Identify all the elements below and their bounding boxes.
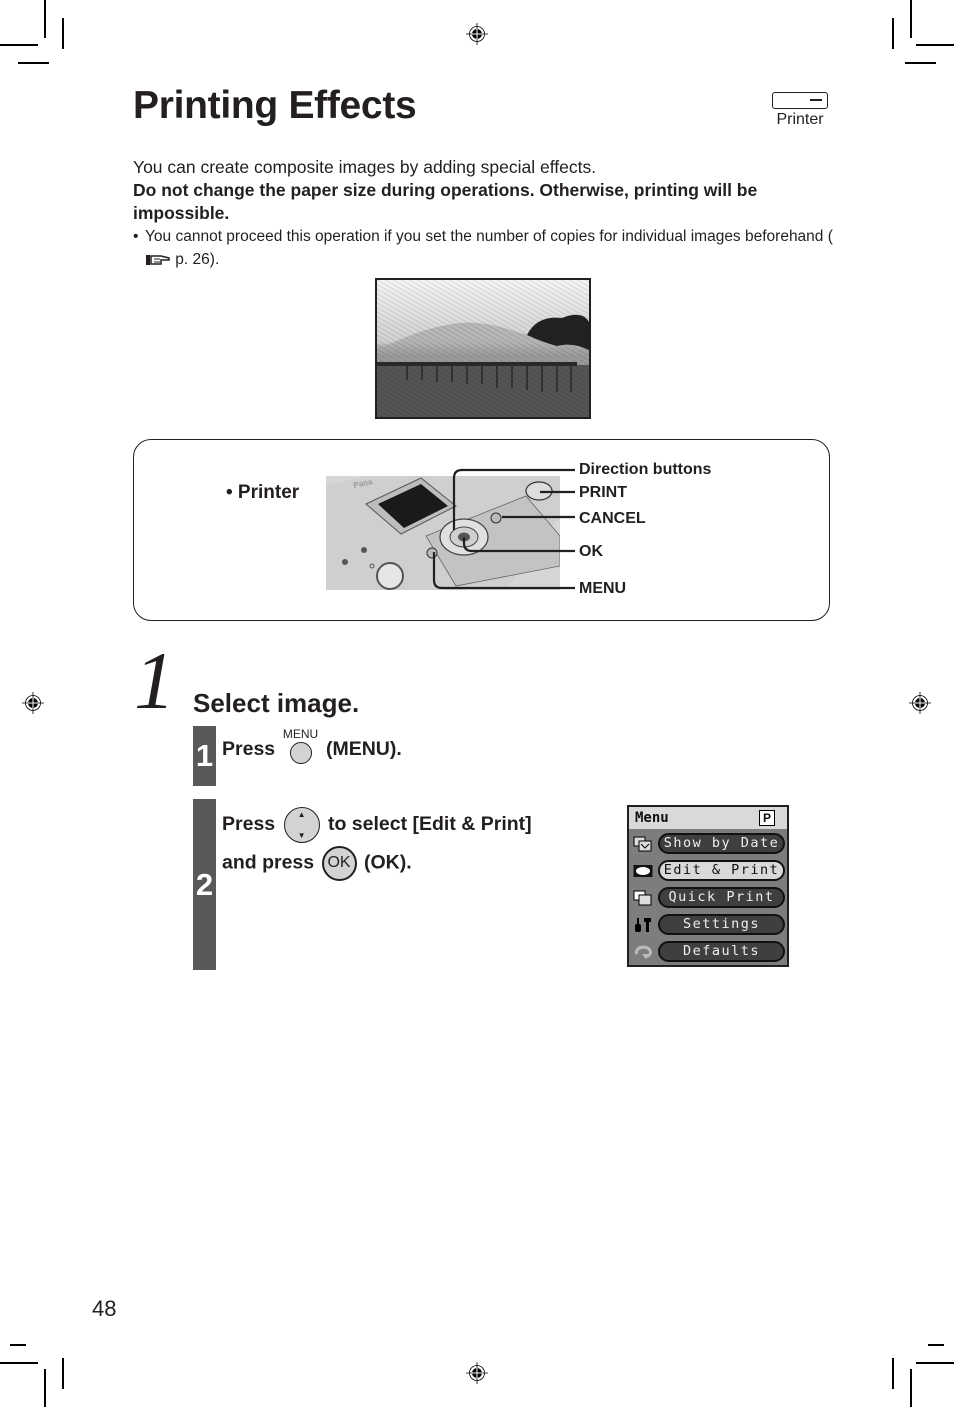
callout-ok: OK: [579, 543, 603, 560]
menu-item-label: Settings: [658, 914, 785, 935]
substep-2-line-2-suffix: (OK).: [363, 851, 412, 874]
crop-mark: [916, 44, 954, 46]
crop-mark: [44, 1369, 46, 1407]
direction-button-icon: ▲ ▼: [283, 807, 320, 843]
registration-mark-icon: [466, 23, 488, 45]
crop-mark: [910, 0, 912, 38]
menu-item-edit-print[interactable]: Edit & Print: [629, 858, 787, 885]
edit-frame-icon: [633, 865, 653, 877]
reset-icon: [635, 945, 652, 959]
menu-button-glyph: MENU: [281, 727, 321, 765]
menu-item-settings[interactable]: Settings: [629, 912, 787, 939]
registration-mark-icon: [22, 692, 44, 714]
registration-mark-icon: [909, 692, 931, 714]
callout-cancel: CANCEL: [579, 510, 646, 527]
crop-mark: [0, 1362, 38, 1364]
page-title: Printing Effects: [133, 84, 417, 127]
sample-effect-image: [375, 278, 591, 419]
menu-button-caption: MENU: [282, 727, 319, 741]
callout-print: PRINT: [579, 484, 627, 501]
menu-item-label: Edit & Print: [658, 860, 785, 881]
crop-mark: [44, 0, 46, 38]
page-number: 48: [92, 1296, 117, 1321]
crop-mark: [0, 44, 38, 46]
substep-2-line-2-prefix: and press: [222, 851, 315, 874]
ok-button-icon: OK: [321, 846, 357, 881]
crop-mark: [62, 1358, 64, 1389]
crop-mark: [928, 1344, 944, 1346]
crop-mark: [916, 1362, 954, 1364]
substep-press: Press: [222, 813, 276, 836]
substep-2-line-1-text: to select [Edit & Print]: [327, 813, 532, 836]
registration-mark-icon: [466, 1362, 488, 1384]
pointing-hand-icon: [146, 255, 170, 265]
step-number: 1: [134, 635, 175, 726]
substep-number: 2: [193, 799, 216, 970]
crop-mark: [18, 62, 49, 64]
substep-2-line-2: and press OK (OK).: [222, 846, 412, 881]
intro-block: You can create composite images by addin…: [133, 156, 833, 225]
printer-icon: [772, 92, 828, 109]
substep-2-line-1: Press ▲ ▼ to select [Edit & Print]: [222, 807, 532, 843]
menu-item-quick-print[interactable]: Quick Print: [629, 885, 787, 912]
crop-mark: [910, 1369, 912, 1407]
device-tag: Printer: [768, 92, 832, 129]
step-title: Select image.: [193, 688, 360, 718]
note: • You cannot proceed this operation if y…: [133, 225, 833, 271]
device-panel-label: • Printer: [226, 482, 300, 503]
menu-item-label: Quick Print: [658, 887, 785, 908]
menu-button-icon: [289, 742, 312, 764]
substep-number: 1: [193, 726, 216, 786]
callout-direction-buttons: Direction buttons: [579, 461, 712, 478]
crop-mark: [10, 1344, 26, 1346]
menu-screen: Menu P Show by Date Edit & Print Quick P…: [627, 805, 789, 967]
menu-item-label: Show by Date: [658, 833, 785, 854]
sketch-photo: [377, 280, 589, 417]
copies-icon: [633, 890, 652, 906]
printer-mode-badge: P: [759, 810, 775, 826]
callout-lines: [432, 468, 575, 590]
crop-mark: [892, 1358, 894, 1389]
device-tag-label: Printer: [776, 111, 824, 128]
warning-text: Do not change the paper size during oper…: [133, 180, 758, 223]
intro-text: You can create composite images by addin…: [133, 157, 597, 177]
callout-menu: MENU: [579, 580, 627, 597]
page-reference-link[interactable]: p. 26).: [171, 251, 219, 268]
menu-item-label: Defaults: [658, 941, 785, 962]
crop-mark: [892, 18, 894, 49]
tools-icon: [635, 918, 651, 932]
menu-header-title: Menu: [635, 810, 669, 826]
menu-header: Menu P: [629, 807, 787, 829]
substep-suffix: (MENU).: [325, 738, 402, 760]
menu-item-defaults[interactable]: Defaults: [629, 939, 787, 966]
substep-1-text: Press MENU (MENU).: [222, 727, 402, 765]
crop-mark: [905, 62, 936, 64]
calendar-stack-icon: [633, 836, 652, 852]
menu-item-show-by-date[interactable]: Show by Date: [629, 831, 787, 858]
note-text: You cannot proceed this operation if you…: [145, 228, 833, 245]
note-bullet: •: [133, 228, 139, 245]
substep-press: Press: [222, 738, 276, 760]
crop-mark: [62, 18, 64, 49]
